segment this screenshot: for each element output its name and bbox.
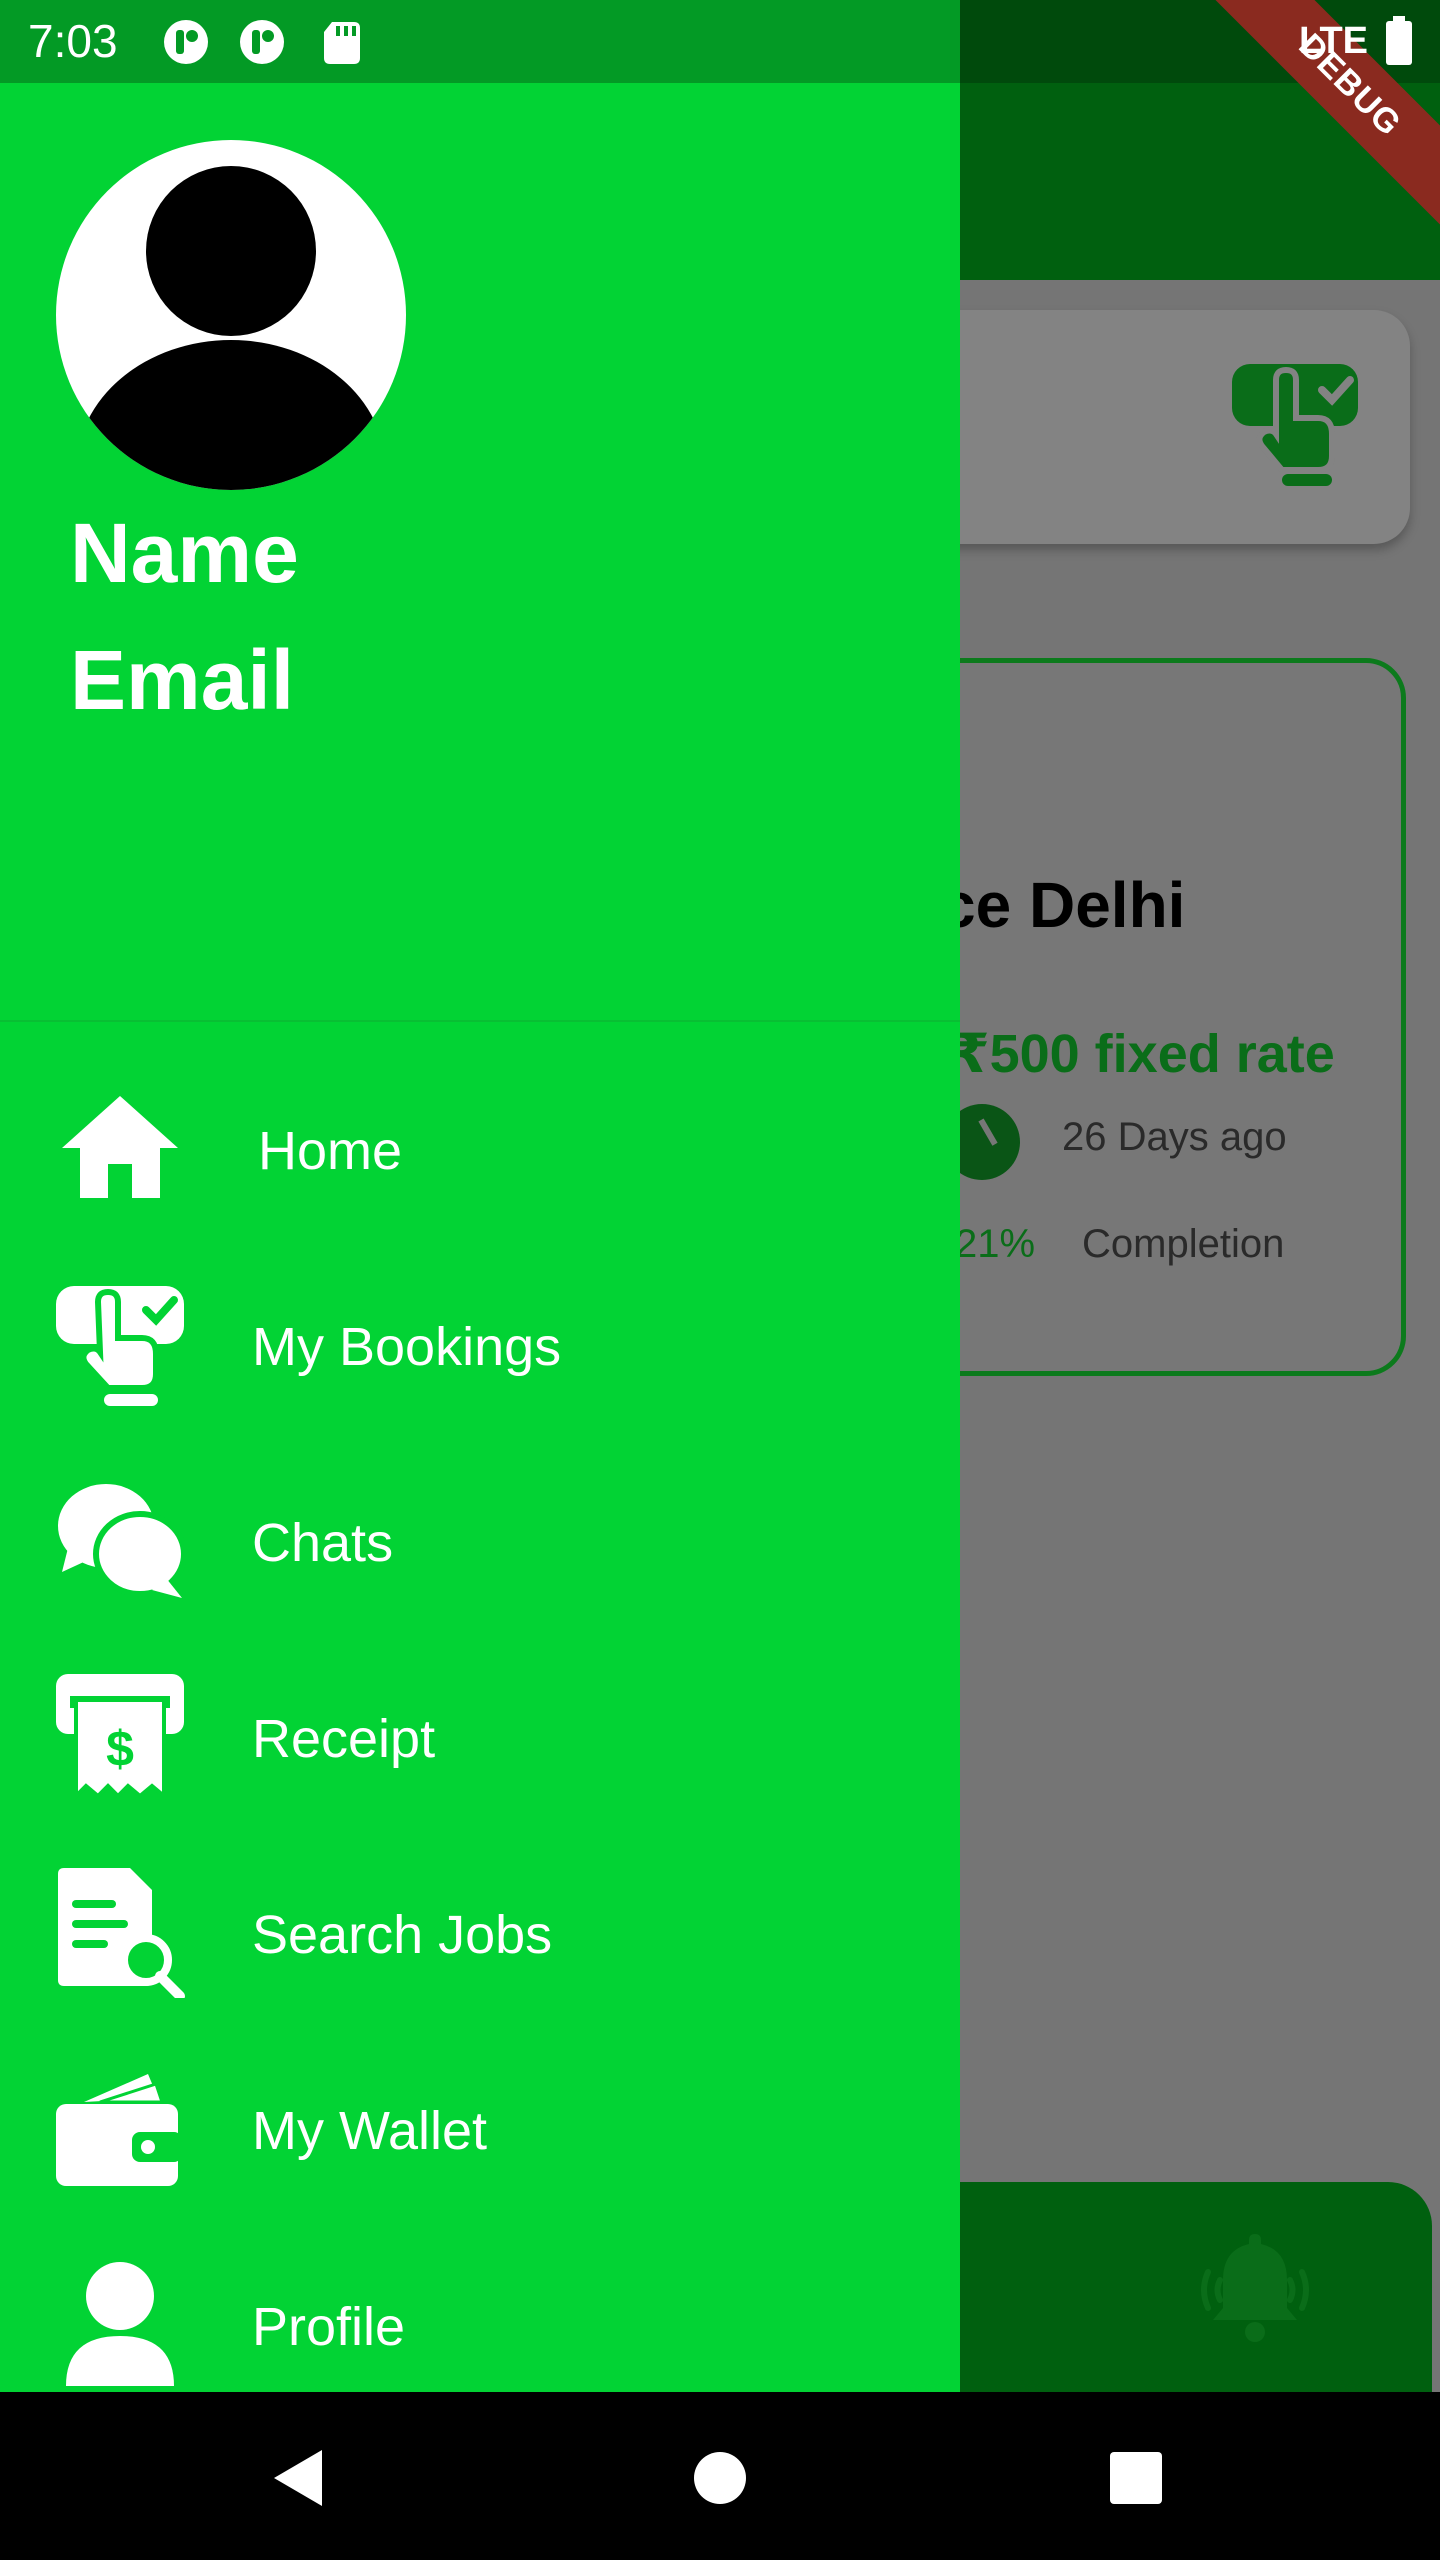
alarm-bell-icon[interactable]	[1190, 2222, 1320, 2352]
completion-label: Completion	[1082, 1222, 1285, 1266]
avatar[interactable]	[56, 140, 406, 490]
booking-icon	[1232, 364, 1358, 486]
menu-item-label: My Bookings	[252, 1317, 562, 1377]
menu-item-label: Chats	[252, 1513, 394, 1573]
menu-item-search-jobs[interactable]: Search Jobs	[0, 1834, 960, 2030]
back-icon[interactable]	[268, 2446, 332, 2510]
status-right-icons: LTE	[1299, 16, 1414, 66]
booking-icon	[56, 1286, 184, 1406]
avatar-body	[76, 340, 386, 490]
notification-app-icon	[164, 20, 208, 64]
drawer-divider	[0, 1020, 960, 1022]
status-bar: 7:03 LTE	[0, 0, 1440, 83]
menu-item-my-wallet[interactable]: My Wallet	[0, 2030, 960, 2226]
menu-item-profile[interactable]: Profile	[0, 2226, 960, 2392]
notification-app-icon	[240, 20, 284, 64]
menu-item-chats[interactable]: Chats	[0, 1442, 960, 1638]
search-jobs-icon	[58, 1868, 185, 1998]
sd-card-icon	[324, 22, 360, 64]
user-email: Email	[70, 633, 295, 727]
bottom-bar	[900, 2182, 1432, 2392]
job-posted-time: 26 Days ago	[1062, 1115, 1287, 1159]
svg-text:$: $	[106, 1721, 134, 1777]
menu-item-receipt[interactable]: $ Receipt	[0, 1638, 960, 1834]
job-rate: ₹500 fixed rate	[952, 1024, 1335, 1084]
profile-icon	[66, 2262, 174, 2386]
home-button-icon[interactable]	[688, 2446, 752, 2510]
user-name: Name	[70, 506, 299, 600]
menu-item-label: My Wallet	[252, 2101, 488, 2161]
recents-icon[interactable]	[1104, 2446, 1168, 2510]
menu-item-home[interactable]: Home	[0, 1050, 960, 1246]
menu-item-label: Home	[258, 1121, 403, 1181]
navigation-drawer: Name Email Home My Bookings Chats $ Rece…	[0, 0, 960, 2392]
menu-item-label: Search Jobs	[252, 1905, 553, 1965]
menu-item-label: Receipt	[252, 1709, 436, 1769]
wallet-icon	[56, 2074, 182, 2186]
receipt-icon: $	[56, 1674, 184, 1801]
menu-item-my-bookings[interactable]: My Bookings	[0, 1246, 960, 1442]
battery-icon	[1386, 16, 1412, 65]
network-type: LTE	[1299, 19, 1368, 62]
home-icon	[62, 1096, 178, 1198]
completion-percent: 21%	[955, 1222, 1036, 1266]
job-title: ce Delhi	[940, 869, 1186, 941]
status-time: 7:03	[28, 15, 118, 67]
chats-icon	[58, 1484, 186, 1598]
avatar-head	[146, 166, 316, 336]
menu-item-label: Profile	[252, 2297, 406, 2357]
system-navigation-bar	[0, 2392, 1440, 2560]
bookings-card[interactable]	[900, 310, 1410, 544]
